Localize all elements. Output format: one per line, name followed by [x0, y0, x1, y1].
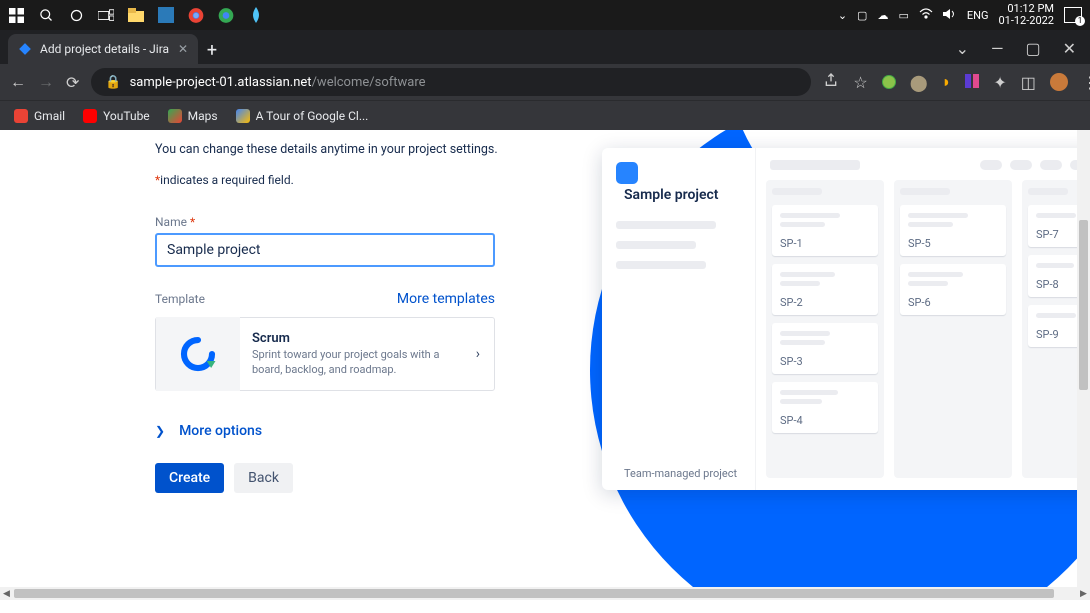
taskview-icon[interactable] — [98, 7, 114, 23]
lock-icon: 🔒 — [105, 75, 121, 90]
cortana-icon[interactable] — [68, 7, 84, 23]
gmail-icon — [14, 109, 28, 123]
card: SP-4 — [772, 382, 878, 433]
tab-title: Add project details - Jira — [40, 42, 169, 56]
card: SP-3 — [772, 323, 878, 374]
bookmark-gmail[interactable]: Gmail — [14, 109, 65, 123]
chrome-chevron-icon[interactable]: ⌄ — [956, 39, 969, 58]
side-panel-icon[interactable]: ◫ — [1021, 73, 1036, 92]
template-card[interactable]: Scrum Sprint toward your project goals w… — [155, 317, 495, 391]
bookmark-gcloud[interactable]: A Tour of Google Cl... — [236, 109, 369, 123]
action-center-icon[interactable] — [1064, 7, 1082, 23]
menu-icon[interactable]: ⋮ — [1082, 73, 1090, 92]
preview-footer: Team-managed project — [616, 459, 737, 480]
gcloud-icon — [236, 109, 250, 123]
bookmarks-bar: Gmail YouTube Maps A Tour of Google Cl..… — [0, 100, 1090, 130]
template-label: Template — [155, 292, 205, 306]
name-label: Name * — [155, 215, 515, 229]
card: SP-6 — [900, 264, 1006, 315]
extension-icon-4[interactable] — [965, 73, 979, 92]
url-path: /welcome/software — [312, 75, 426, 90]
settings-hint: You can change these details anytime in … — [155, 142, 515, 157]
card: SP-2 — [772, 264, 878, 315]
onedrive-icon[interactable]: ☁ — [877, 9, 888, 22]
page-content: You can change these details anytime in … — [0, 130, 1090, 600]
more-templates-link[interactable]: More templates — [397, 291, 495, 307]
chevron-right-icon: › — [476, 346, 480, 362]
minimize-icon[interactable]: — — [991, 39, 1004, 58]
url-field[interactable]: 🔒 sample-project-01.atlassian.net/welcom… — [91, 68, 811, 96]
url-host: sample-project-01.atlassian.net — [130, 75, 312, 90]
start-icon[interactable] — [8, 7, 24, 23]
project-preview: Sample project Team-managed project SP-1 — [602, 148, 1090, 490]
tab-strip: Add project details - Jira ✕ + ⌄ — ▢ ✕ — [0, 30, 1090, 64]
wifi-icon[interactable] — [919, 8, 933, 22]
bookmark-maps[interactable]: Maps — [168, 109, 218, 123]
jira-icon — [18, 42, 32, 56]
tray-icon-1[interactable]: ▢ — [857, 9, 867, 22]
template-title: Scrum — [252, 331, 464, 346]
scrum-icon — [156, 317, 240, 391]
forward-icon[interactable]: → — [38, 72, 54, 92]
extensions-icon[interactable]: ✦ — [993, 73, 1006, 92]
reload-icon[interactable]: ⟳ — [66, 73, 79, 92]
card: SP-5 — [900, 205, 1006, 256]
extension-icon-1[interactable] — [882, 75, 896, 89]
back-button[interactable]: Back — [234, 463, 293, 493]
close-tab-icon[interactable]: ✕ — [178, 42, 188, 56]
template-desc: Sprint toward your project goals with a … — [252, 348, 464, 377]
date-text: 01-12-2022 — [998, 15, 1054, 27]
volume-icon[interactable] — [943, 8, 957, 23]
share-icon[interactable] — [823, 72, 839, 92]
chevron-right-icon: ❯ — [155, 424, 165, 438]
preview-title: Sample project — [624, 187, 719, 203]
profile-avatar[interactable] — [1050, 73, 1068, 91]
card: SP-1 — [772, 205, 878, 256]
board-column: SP-1 SP-2 SP-3 SP-4 — [766, 180, 884, 478]
clock[interactable]: 01:12 PM 01-12-2022 — [998, 3, 1054, 27]
close-window-icon[interactable]: ✕ — [1063, 39, 1076, 58]
search-icon[interactable] — [38, 7, 54, 23]
project-name-input[interactable] — [155, 233, 495, 267]
app-icon-1[interactable] — [158, 7, 174, 23]
explorer-icon[interactable] — [128, 7, 144, 23]
more-options-toggle[interactable]: ❯ More options — [155, 423, 515, 439]
bookmark-star-icon[interactable]: ☆ — [853, 73, 867, 92]
battery-icon[interactable]: ▭ — [898, 9, 908, 22]
back-icon[interactable]: ← — [10, 72, 26, 92]
board-column: SP-5 SP-6 — [894, 180, 1012, 478]
language-indicator[interactable]: ENG — [967, 9, 989, 22]
windows-taskbar: ⌄ ▢ ☁ ▭ ENG 01:12 PM 01-12-2022 — [0, 0, 1090, 30]
maximize-icon[interactable]: ▢ — [1025, 39, 1040, 58]
extension-icon-3[interactable]: ◗ — [942, 72, 952, 92]
preview-logo-icon — [616, 162, 638, 184]
maps-icon — [168, 109, 182, 123]
create-button[interactable]: Create — [155, 463, 224, 493]
app-icon-2[interactable] — [248, 7, 264, 23]
new-tab-button[interactable]: + — [198, 36, 226, 64]
required-note: *indicates a required field. — [155, 173, 515, 187]
horizontal-scrollbar[interactable]: ◀ ▶ — [0, 587, 1090, 600]
tray-chevron-icon[interactable]: ⌄ — [838, 9, 847, 22]
address-bar: ← → ⟳ 🔒 sample-project-01.atlassian.net/… — [0, 64, 1090, 100]
chrome-canary-icon[interactable] — [218, 7, 234, 23]
bookmark-youtube[interactable]: YouTube — [83, 109, 150, 123]
chrome-icon[interactable] — [188, 7, 204, 23]
youtube-icon — [83, 109, 97, 123]
vertical-scrollbar[interactable] — [1077, 130, 1090, 587]
extension-icon-2[interactable]: ⬤ — [910, 73, 928, 92]
browser-tab[interactable]: Add project details - Jira ✕ — [8, 34, 198, 64]
